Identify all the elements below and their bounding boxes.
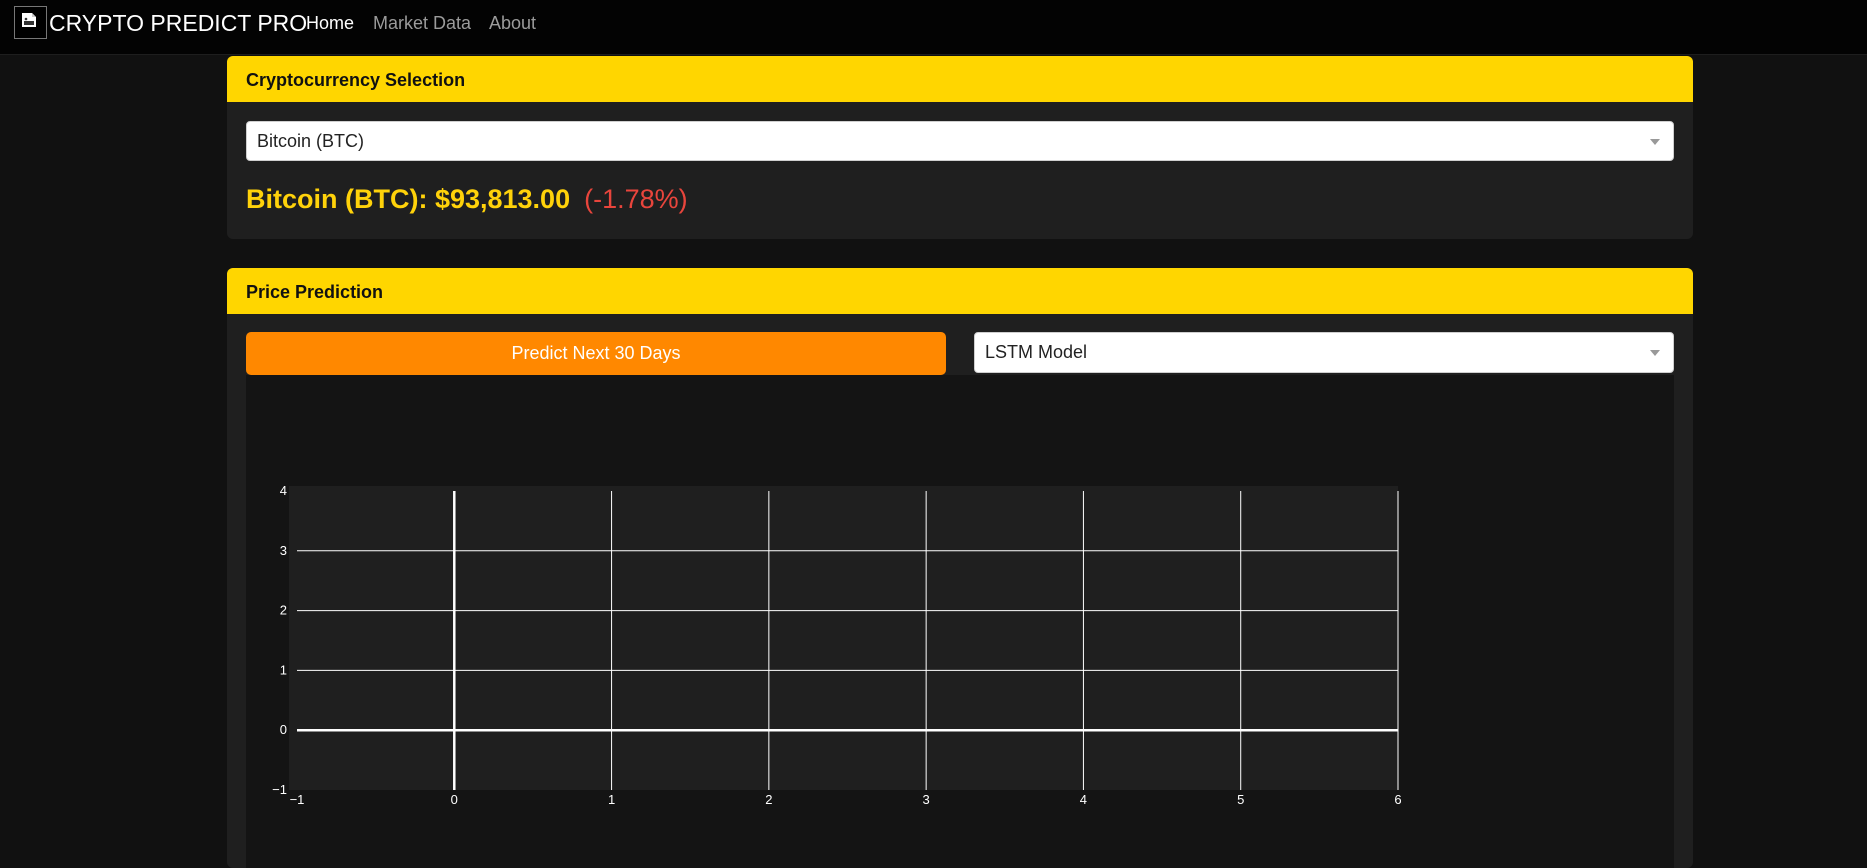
top-navbar: CRYPTO PREDICT PRO Home Market Data Abou… [0, 0, 1867, 55]
x-tick-label: −1 [290, 792, 305, 807]
chevron-down-icon [1650, 139, 1660, 145]
nav-link-home[interactable]: Home [306, 12, 354, 34]
y-tick-label: −1 [272, 782, 287, 797]
brand-name[interactable]: CRYPTO PREDICT PRO [49, 10, 307, 36]
y-tick-label: 2 [280, 603, 287, 618]
prediction-chart-svg: −1 0 1 2 3 4 5 6 −1 0 1 2 3 4 [272, 483, 1401, 807]
price-prediction-title: Price Prediction [246, 282, 384, 302]
price-display: Bitcoin (BTC): $93,813.00 (-1.78%) [246, 184, 688, 215]
y-tick-label: 3 [280, 543, 287, 558]
price-prediction-card: Price Prediction Predict Next 30 Days LS… [227, 268, 1693, 868]
broken-image-glyph [22, 13, 36, 27]
x-tick-label: 4 [1080, 792, 1087, 807]
crypto-selection-card: Cryptocurrency Selection Bitcoin (BTC) B… [227, 56, 1693, 239]
predict-button[interactable]: Predict Next 30 Days [246, 332, 946, 375]
y-tick-label: 0 [280, 722, 287, 737]
y-tick-label: 1 [280, 662, 287, 677]
nav-link-market-data[interactable]: Market Data [373, 12, 471, 34]
y-tick-label: 4 [280, 483, 287, 498]
x-tick-label: 6 [1394, 792, 1401, 807]
x-tick-label: 2 [765, 792, 772, 807]
crypto-dropdown-value: Bitcoin (BTC) [257, 131, 365, 151]
x-tick-label: 3 [923, 792, 930, 807]
x-tick-label: 0 [451, 792, 458, 807]
chevron-down-icon [1650, 350, 1660, 356]
broken-image-icon[interactable] [14, 6, 47, 39]
crypto-selection-title: Cryptocurrency Selection [246, 70, 466, 90]
price-prediction-header: Price Prediction [227, 268, 1693, 314]
model-dropdown-value: LSTM Model [985, 342, 1088, 362]
nav-link-about[interactable]: About [489, 12, 536, 34]
x-tick-label: 5 [1237, 792, 1244, 807]
model-dropdown[interactable]: LSTM Model [974, 332, 1674, 373]
current-price: Bitcoin (BTC): $93,813.00 [246, 184, 571, 214]
crypto-selection-header: Cryptocurrency Selection [227, 56, 1693, 102]
x-tick-label: 1 [608, 792, 615, 807]
prediction-chart[interactable]: −1 0 1 2 3 4 5 6 −1 0 1 2 3 4 [246, 375, 1674, 868]
crypto-dropdown[interactable]: Bitcoin (BTC) [246, 121, 1674, 161]
price-change-percent: (-1.78%) [584, 184, 688, 214]
